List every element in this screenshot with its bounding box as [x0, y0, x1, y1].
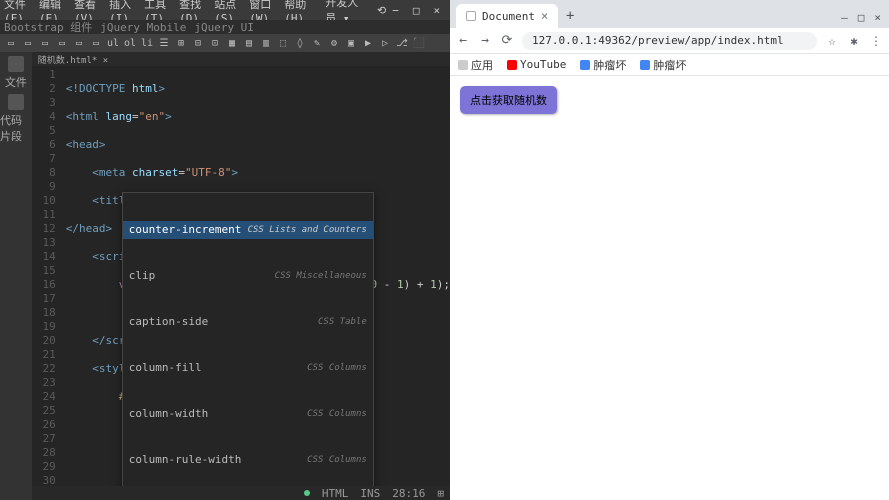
- status-pos[interactable]: 28:16: [392, 487, 425, 500]
- tool-icon[interactable]: ▤: [242, 36, 256, 50]
- tool-icon[interactable]: ul: [106, 36, 120, 50]
- tool-icon[interactable]: li: [140, 36, 154, 50]
- menu-icon[interactable]: ⋮: [869, 34, 883, 48]
- tab-close-icon[interactable]: ×: [541, 9, 548, 23]
- status-dot-icon: [304, 490, 310, 496]
- tool-icon[interactable]: ⬚: [276, 36, 290, 50]
- code-editor[interactable]: 1234567891011121314151617181920212223242…: [32, 66, 450, 486]
- youtube-icon: [507, 60, 517, 70]
- status-lang[interactable]: HTML: [322, 487, 349, 500]
- tool-icon[interactable]: ☰: [157, 36, 171, 50]
- files-icon: [8, 56, 24, 72]
- site-icon: [640, 60, 650, 70]
- completion-item[interactable]: column-widthCSS Columns: [123, 405, 373, 423]
- status-settings-icon[interactable]: ⊞: [437, 487, 444, 500]
- completion-item[interactable]: column-fillCSS Columns: [123, 359, 373, 377]
- tool-icon[interactable]: ⊞: [174, 36, 188, 50]
- tool-icon[interactable]: ⊟: [191, 36, 205, 50]
- completion-item[interactable]: counter-incrementCSS Lists and Counters: [123, 221, 373, 239]
- browser-window: Document × + — □ × ← → ⟳ 127.0.0.1:49362…: [450, 0, 889, 500]
- new-tab-button[interactable]: +: [558, 4, 582, 28]
- tool-icon[interactable]: ▥: [259, 36, 273, 50]
- extensions-icon[interactable]: ✱: [847, 34, 861, 48]
- back-icon[interactable]: ←: [456, 33, 470, 48]
- snippets-icon: [8, 94, 24, 110]
- star-icon[interactable]: ☆: [825, 34, 839, 48]
- tab-jqui[interactable]: jQuery UI: [194, 21, 254, 34]
- tool-icon[interactable]: ▭: [89, 36, 103, 50]
- minimize-icon[interactable]: −: [392, 4, 399, 17]
- status-bar: HTML INS 28:16 ⊞: [32, 486, 450, 500]
- menu-bar: 文件(F) 编辑(E) 查看(V) 插入(I) 工具(T) 查找(D) 站点(S…: [0, 0, 450, 20]
- secondary-tabs: Bootstrap 组件 jQuery Mobile jQuery UI: [0, 20, 450, 34]
- maximize-icon[interactable]: □: [413, 4, 420, 17]
- tool-icon[interactable]: ⬛: [412, 36, 426, 50]
- tool-icon[interactable]: ▣: [344, 36, 358, 50]
- bookmark-item[interactable]: 肿瘤坏: [640, 57, 686, 73]
- close-icon[interactable]: ×: [874, 11, 881, 24]
- site-icon: [580, 60, 590, 70]
- close-icon[interactable]: ×: [433, 4, 440, 17]
- tab-jqm[interactable]: jQuery Mobile: [100, 21, 186, 34]
- tool-icon[interactable]: ⚙: [327, 36, 341, 50]
- browser-tab[interactable]: Document ×: [456, 4, 558, 28]
- apps-button[interactable]: 应用: [458, 57, 493, 73]
- completion-item[interactable]: clipCSS Miscellaneous: [123, 267, 373, 285]
- tool-icon[interactable]: ▭: [72, 36, 86, 50]
- tool-icon[interactable]: ol: [123, 36, 137, 50]
- minimize-icon[interactable]: —: [841, 11, 848, 24]
- source[interactable]: <!DOCTYPE html> <html lang="en"> <head> …: [62, 66, 450, 486]
- completion-item[interactable]: column-rule-widthCSS Columns: [123, 451, 373, 469]
- tool-icon[interactable]: ▷: [378, 36, 392, 50]
- browser-tab-bar: Document × + — □ ×: [450, 0, 889, 28]
- tab-bootstrap[interactable]: Bootstrap 组件: [4, 19, 92, 35]
- random-number-button[interactable]: 点击获取随机数: [460, 86, 557, 114]
- favicon-icon: [466, 11, 476, 21]
- file-tab[interactable]: 随机数.html* ×: [32, 52, 450, 66]
- window-controls: − □ ×: [392, 4, 446, 17]
- bookmark-item[interactable]: 肿瘤坏: [580, 57, 626, 73]
- completion-item[interactable]: caption-sideCSS Table: [123, 313, 373, 331]
- status-enc[interactable]: INS: [360, 487, 380, 500]
- sidebar-item-snippets[interactable]: 代码片段: [0, 94, 32, 144]
- tool-icon[interactable]: ▦: [225, 36, 239, 50]
- tool-icon[interactable]: ▭: [38, 36, 52, 50]
- reload-icon[interactable]: ⟳: [500, 33, 514, 48]
- intellisense-popup: counter-incrementCSS Lists and Counters …: [122, 192, 374, 486]
- forward-icon[interactable]: →: [478, 33, 492, 48]
- browser-page: 点击获取随机数: [450, 76, 889, 500]
- address-bar-row: ← → ⟳ 127.0.0.1:49362/preview/app/index.…: [450, 28, 889, 54]
- editor-window: 文件(F) 编辑(E) 查看(V) 插入(I) 工具(T) 查找(D) 站点(S…: [0, 0, 450, 500]
- tool-icon[interactable]: ◊: [293, 36, 307, 50]
- sidebar-item-files[interactable]: 文件: [5, 56, 27, 90]
- tool-icon[interactable]: ⎇: [395, 36, 409, 50]
- tool-icon[interactable]: ⊡: [208, 36, 222, 50]
- bookmarks-bar: 应用 YouTube 肿瘤坏 肿瘤坏: [450, 54, 889, 76]
- toolbar: ▭▭▭▭▭▭ulolli☰⊞⊟⊡▦▤▥⬚◊✎⚙▣▶▷⎇⬛: [0, 34, 450, 52]
- tool-icon[interactable]: ▶: [361, 36, 375, 50]
- tool-icon[interactable]: ▭: [4, 36, 18, 50]
- browser-window-controls: — □ ×: [841, 11, 889, 28]
- tool-icon[interactable]: ▭: [55, 36, 69, 50]
- maximize-icon[interactable]: □: [858, 11, 865, 24]
- address-bar[interactable]: 127.0.0.1:49362/preview/app/index.html: [522, 32, 817, 50]
- tool-icon[interactable]: ✎: [310, 36, 324, 50]
- editor-area: 随机数.html* × 1234567891011121314151617181…: [32, 52, 450, 500]
- bookmark-youtube[interactable]: YouTube: [507, 58, 566, 71]
- tool-icon[interactable]: ▭: [21, 36, 35, 50]
- gutter: 1234567891011121314151617181920212223242…: [32, 66, 62, 486]
- tab-title: Document: [482, 10, 535, 23]
- grid-icon: [458, 60, 468, 70]
- sidebar: 文件 代码片段: [0, 52, 32, 500]
